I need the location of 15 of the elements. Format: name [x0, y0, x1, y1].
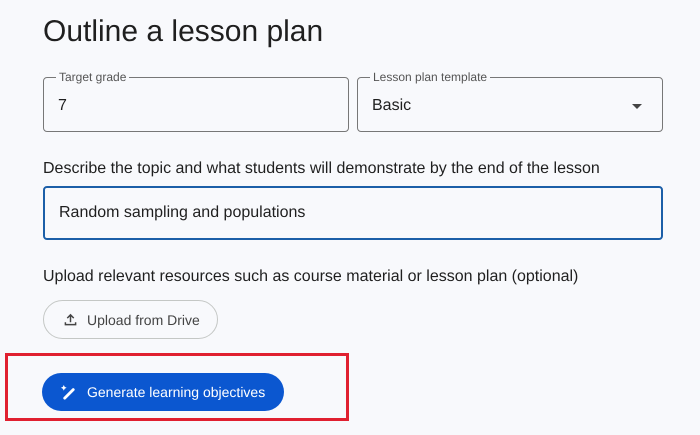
grade-field[interactable]: Target grade 7: [43, 70, 349, 132]
template-dropdown[interactable]: Lesson plan template Basic: [357, 70, 663, 132]
field-value: 7: [58, 97, 67, 115]
page-title: Outline a lesson plan: [43, 14, 324, 50]
field-value: Basic: [372, 97, 412, 115]
field-label: Lesson plan template: [372, 70, 488, 84]
field-label: Target grade: [58, 70, 128, 84]
upload-icon: [64, 313, 77, 326]
magic-wand-icon: [60, 384, 77, 400]
caret-icon: [632, 104, 642, 108]
generate-button[interactable]: Generate learning objectives: [42, 373, 284, 411]
upload-button[interactable]: Upload from Drive: [43, 300, 218, 339]
topic-field[interactable]: Random sampling and populations: [43, 186, 663, 240]
upload-label: Upload relevant resources such as course material or lesson plan (optional): [43, 268, 580, 286]
topic-label: Describe the topic and what students will demonstrate by the end of the lesson: [43, 160, 601, 178]
